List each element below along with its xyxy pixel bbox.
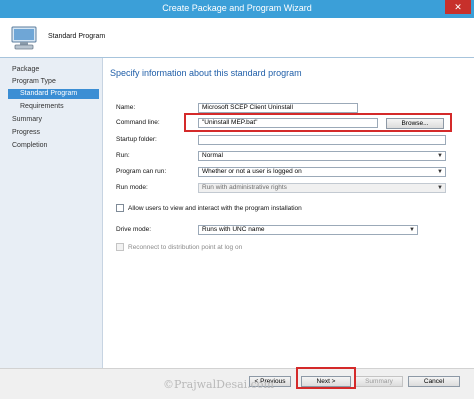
reconnect-label: Reconnect to distribution point at log o… [128, 244, 243, 251]
program-can-run-dropdown[interactable]: Whether or not a user is logged on ▼ [198, 167, 446, 177]
nav-item-summary[interactable]: Summary [12, 116, 42, 123]
chevron-down-icon: ▼ [409, 227, 415, 233]
name-label: Name: [116, 104, 136, 111]
wizard-header: Standard Program [0, 18, 474, 58]
chevron-down-icon: ▼ [437, 153, 443, 159]
computer-icon [11, 26, 37, 50]
window-titlebar: Create Package and Program Wizard ✕ [0, 0, 474, 18]
allow-interact-checkbox[interactable] [116, 204, 124, 212]
program-can-run-label: Program can run: [116, 168, 167, 175]
window-title: Create Package and Program Wizard [162, 3, 312, 13]
close-button[interactable]: ✕ [445, 0, 471, 14]
nav-item-completion[interactable]: Completion [12, 142, 47, 149]
nav-item-progress[interactable]: Progress [12, 129, 40, 136]
run-mode-dropdown: Run with administrative rights ▼ [198, 183, 446, 193]
close-icon: ✕ [454, 2, 462, 12]
startup-folder-label: Startup folder: [116, 136, 157, 143]
wizard-content: Specify information about this standard … [104, 58, 474, 368]
next-button-highlight [296, 367, 356, 389]
cancel-button[interactable]: Cancel [408, 376, 460, 387]
nav-item-standard-program[interactable]: Standard Program [8, 89, 99, 99]
drive-mode-dropdown[interactable]: Runs with UNC name ▼ [198, 225, 418, 235]
allow-interact-label: Allow users to view and interact with th… [128, 205, 302, 212]
run-mode-label: Run mode: [116, 184, 148, 191]
startup-folder-field[interactable] [198, 135, 446, 145]
nav-item-package[interactable]: Package [12, 66, 39, 73]
summary-button: Summary [355, 376, 403, 387]
nav-item-requirements[interactable]: Requirements [20, 103, 64, 110]
name-field[interactable]: Microsoft SCEP Client Uninstall [198, 103, 358, 113]
drive-mode-value: Runs with UNC name [202, 226, 265, 233]
run-label: Run: [116, 152, 130, 159]
run-dropdown[interactable]: Normal ▼ [198, 151, 446, 161]
command-line-highlight [184, 113, 452, 132]
chevron-down-icon: ▼ [437, 185, 443, 191]
page-title: Standard Program [48, 33, 106, 40]
drive-mode-label: Drive mode: [116, 226, 152, 233]
reconnect-checkbox [116, 243, 124, 251]
program-can-run-value: Whether or not a user is logged on [202, 168, 302, 175]
wizard-steps-nav: Package Program Type Standard Program Re… [0, 58, 103, 368]
content-heading: Specify information about this standard … [110, 68, 302, 78]
watermark-text: ©PrajwalDesai.com [163, 378, 274, 391]
chevron-down-icon: ▼ [437, 169, 443, 175]
command-line-label: Command line: [116, 119, 160, 126]
run-mode-value: Run with administrative rights [202, 184, 287, 191]
nav-item-program-type[interactable]: Program Type [12, 78, 56, 85]
run-value: Normal [202, 152, 223, 159]
